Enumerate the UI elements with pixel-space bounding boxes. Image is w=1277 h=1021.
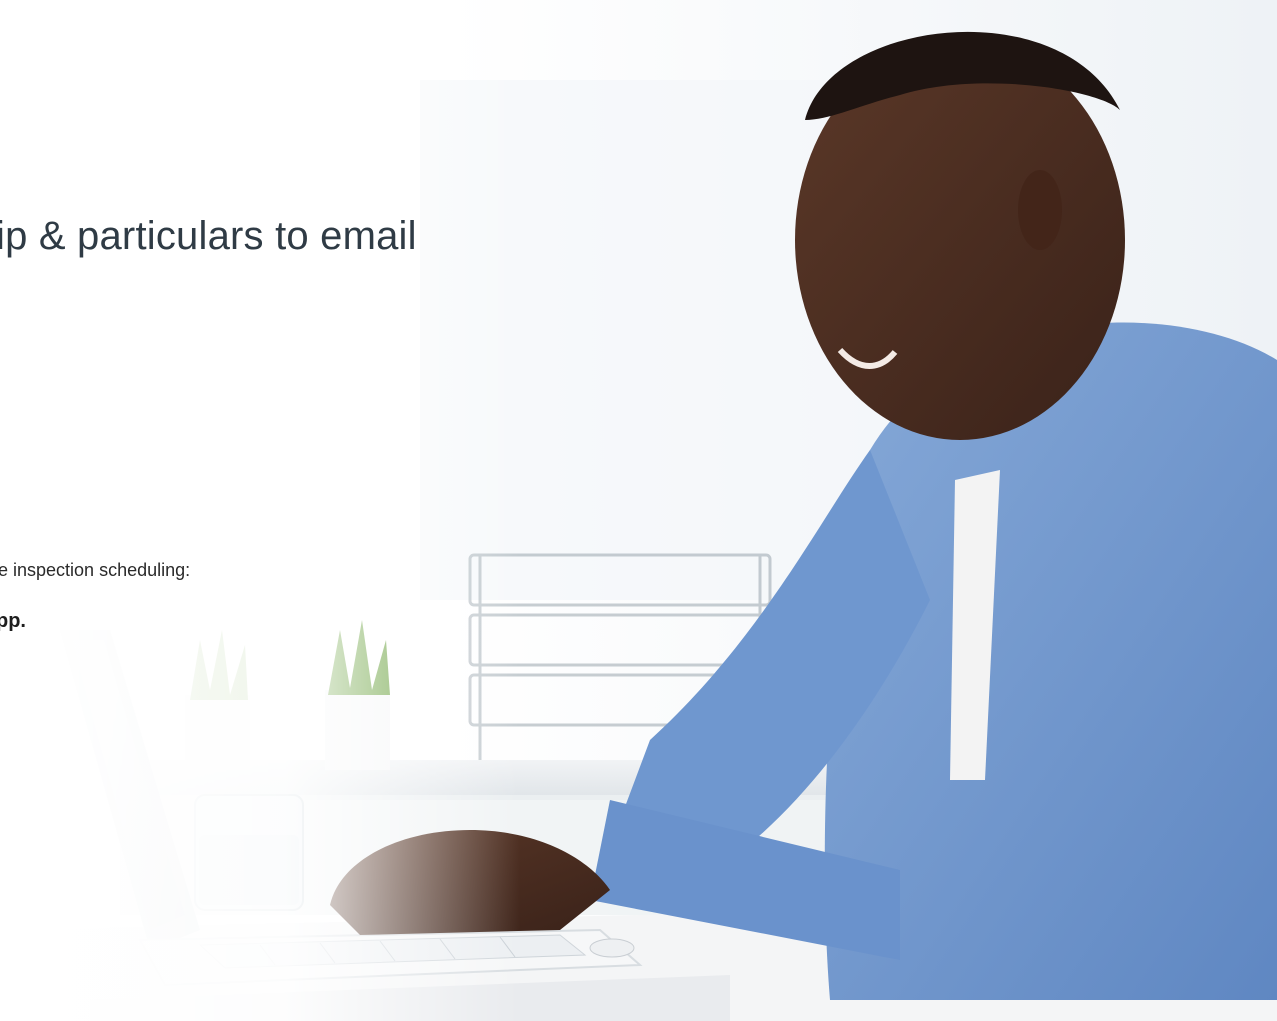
hero-banner: ip & particulars to email e inspection s…	[0, 0, 1277, 1021]
headline: ip & particulars to email	[0, 214, 417, 258]
man-typing-laptop-photo	[0, 0, 1277, 1021]
body-text: e inspection scheduling:	[0, 560, 191, 580]
emphasis-text: pp.	[0, 610, 26, 632]
